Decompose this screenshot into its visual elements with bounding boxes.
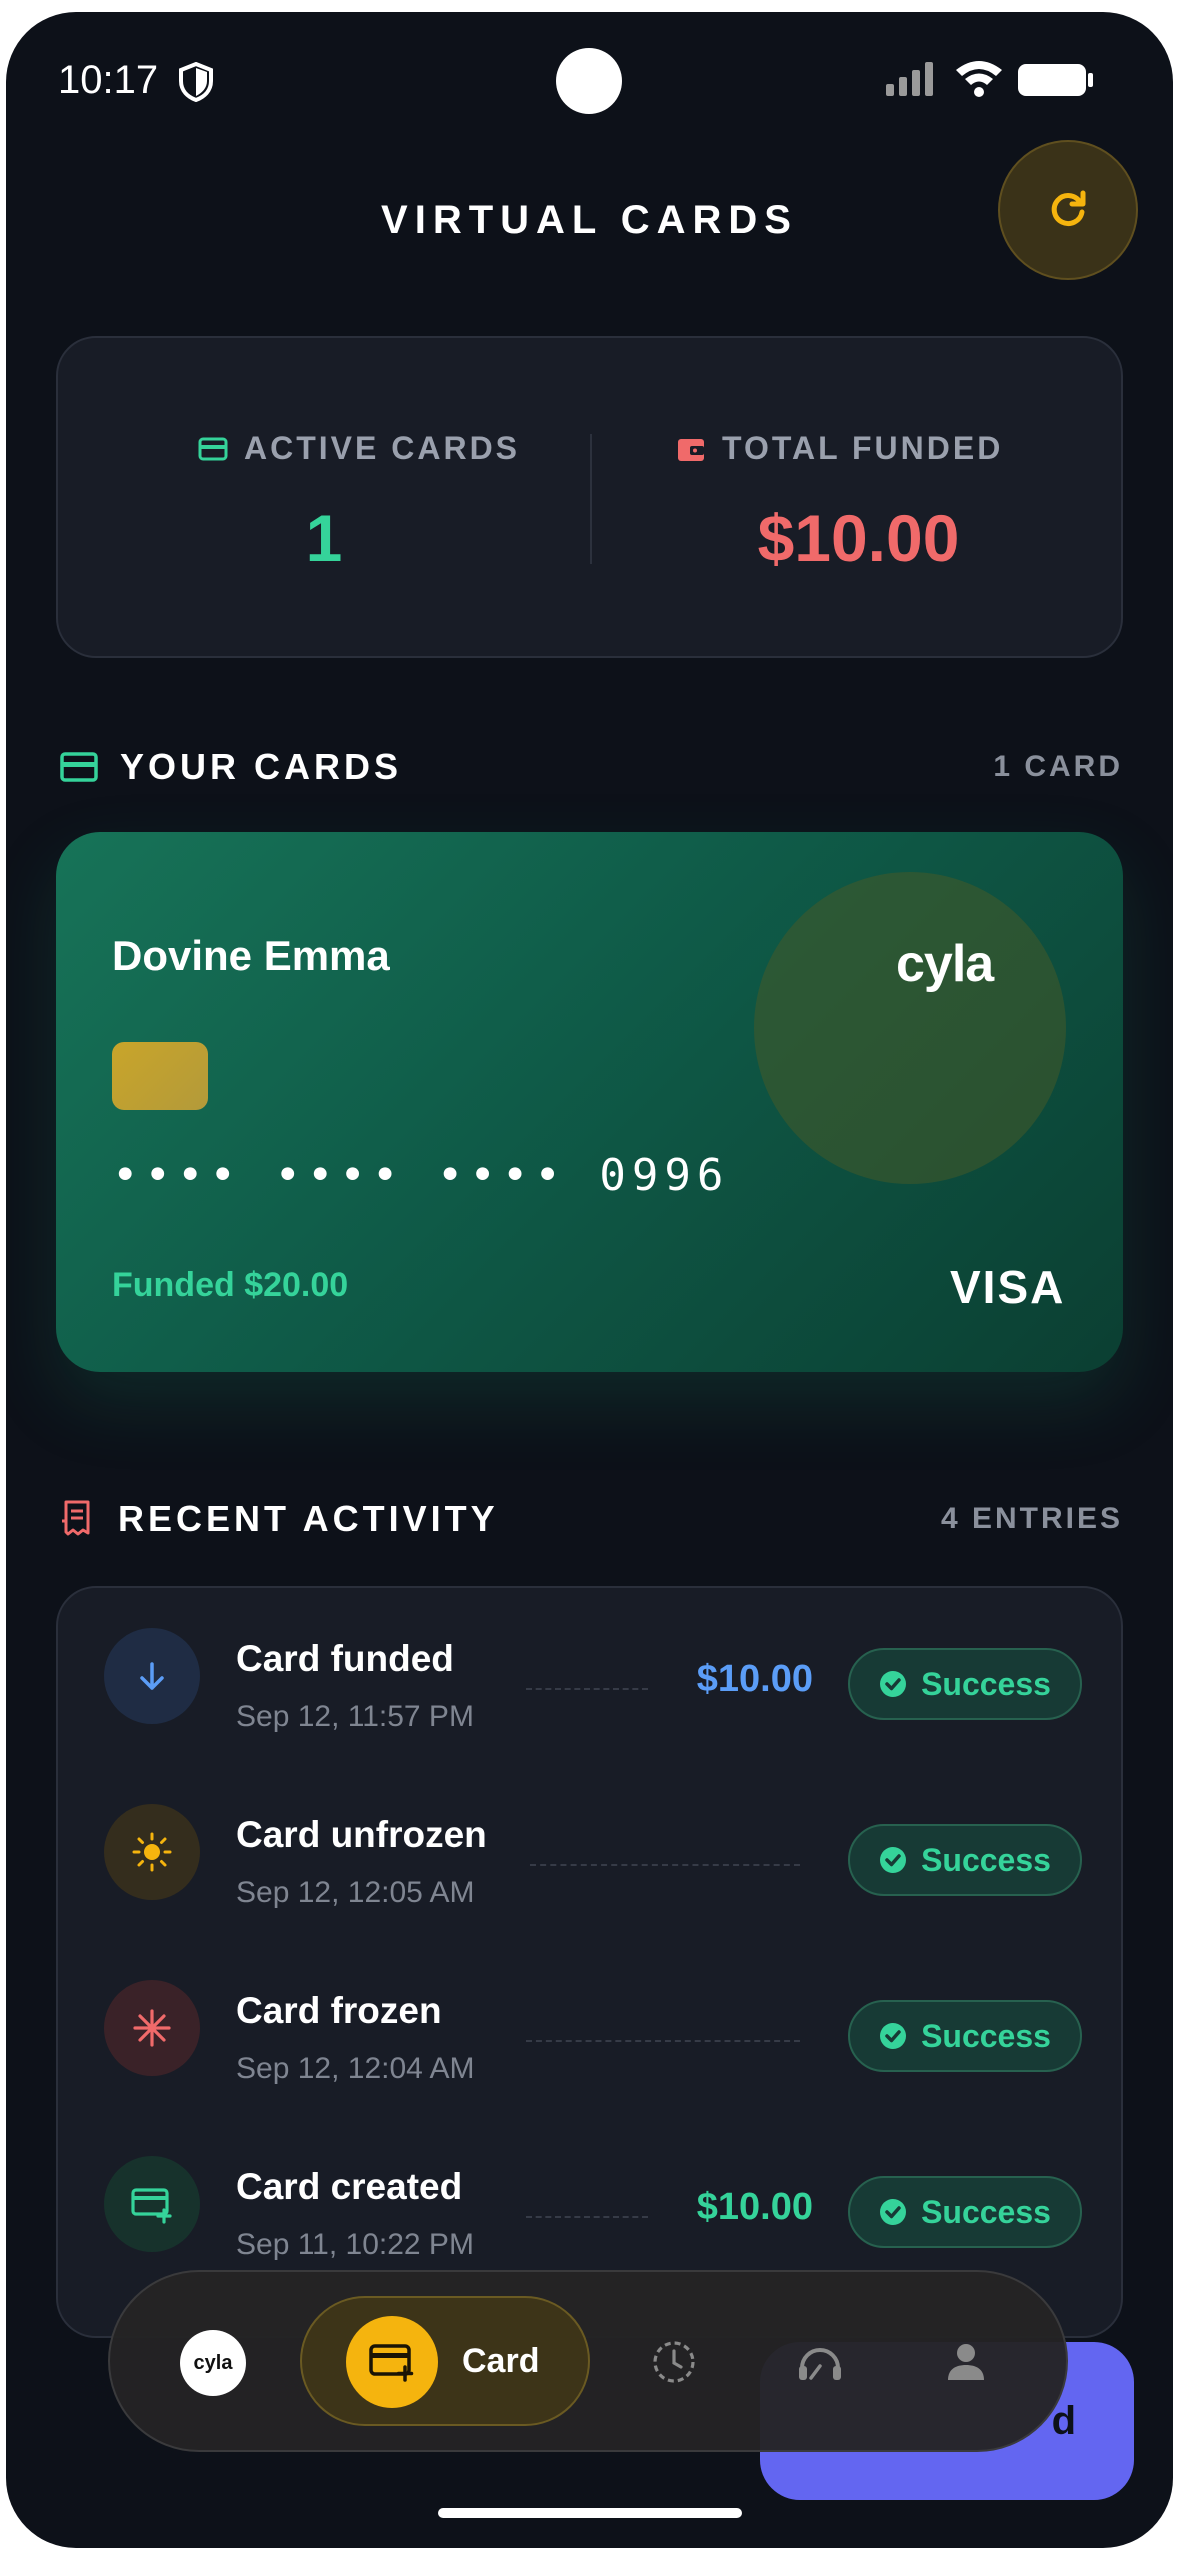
- nav-home-logo[interactable]: cyla: [180, 2330, 246, 2396]
- status-label: Success: [921, 1841, 1051, 1878]
- wifi-icon: [956, 61, 1002, 97]
- profile-icon[interactable]: [936, 2332, 996, 2392]
- activity-row[interactable]: Card unfrozen Sep 12, 12:05 AM Success: [58, 1764, 1121, 1940]
- status-badge: Success: [848, 2000, 1082, 2072]
- virtual-card[interactable]: Dovine Emma cyla •••• •••• •••• 0996 Fun…: [56, 832, 1123, 1372]
- refresh-button[interactable]: [998, 140, 1138, 280]
- recent-activity-title: RECENT ACTIVITY: [118, 1498, 499, 1539]
- activity-amount: $10.00: [696, 1658, 813, 1700]
- shield-icon: [179, 62, 213, 102]
- battery-icon: [1018, 64, 1093, 96]
- home-indicator: [438, 2508, 742, 2518]
- activity-title: Card created: [236, 2166, 463, 2207]
- card-number: •••• •••• •••• 0996: [112, 1150, 730, 1201]
- refresh-icon: [1051, 190, 1086, 227]
- activity-row[interactable]: Card created Sep 11, 10:22 PM $10.00 Suc…: [58, 2116, 1121, 2292]
- check-circle-icon: [880, 1671, 907, 1697]
- arrow-down-icon: [104, 1628, 200, 1724]
- your-cards-header: YOUR CARDS: [60, 746, 402, 788]
- sun-icon: [104, 1804, 200, 1900]
- card-holder-name: Dovine Emma: [112, 932, 390, 979]
- card-funded-amount: Funded $20.00: [112, 1266, 349, 1304]
- dashed-separator: [526, 1688, 648, 1690]
- active-cards-value: 1: [305, 501, 343, 575]
- check-circle-icon: [880, 2023, 907, 2049]
- activity-title: Card frozen: [236, 1990, 442, 2031]
- dashed-separator: [530, 1864, 800, 1866]
- activity-date: Sep 11, 10:22 PM: [236, 2228, 474, 2261]
- wallet-icon: [678, 438, 704, 461]
- your-cards-title: YOUR CARDS: [120, 746, 403, 787]
- dashed-separator: [526, 2216, 648, 2218]
- history-icon[interactable]: [644, 2332, 704, 2392]
- card-decoration: [754, 872, 1066, 1184]
- card-brand-logo: cyla: [896, 935, 994, 993]
- activity-date: Sep 12, 11:57 PM: [236, 1700, 474, 1733]
- activity-amount: $10.00: [696, 2186, 813, 2228]
- status-label: Success: [921, 1665, 1051, 1702]
- total-funded-label: TOTAL FUNDED: [722, 430, 1004, 466]
- support-agent-icon[interactable]: [790, 2332, 850, 2392]
- check-circle-icon: [880, 1847, 907, 1873]
- activity-row[interactable]: Card frozen Sep 12, 12:04 AM Success: [58, 1940, 1121, 2116]
- card-chip: [112, 1042, 208, 1110]
- recent-activity-header: RECENT ACTIVITY: [60, 1498, 499, 1540]
- activity-count: 4 ENTRIES: [940, 1502, 1123, 1535]
- card-icon: [198, 437, 228, 460]
- receipt-icon: [62, 1500, 90, 1536]
- status-time: 10:17: [58, 58, 159, 102]
- activity-title: Card unfrozen: [236, 1814, 487, 1855]
- status-badge: Success: [848, 2176, 1082, 2248]
- status-badge: Success: [848, 1648, 1082, 1720]
- stats-summary: ACTIVE CARDS 1 TOTAL FUNDED $10.00: [56, 336, 1123, 658]
- total-funded-label-group: TOTAL FUNDED: [676, 430, 1003, 467]
- activity-list: Card funded Sep 12, 11:57 PM $10.00 Succ…: [56, 1586, 1123, 2338]
- activity-date: Sep 12, 12:04 AM: [236, 2052, 475, 2085]
- status-label: Success: [921, 2193, 1051, 2230]
- snowflake-icon: [104, 1980, 200, 2076]
- check-circle-icon: [880, 2199, 907, 2225]
- phone-screen: 10:17 VIRTUAL CARDS ACTIVE CARDS 1 TOTAL…: [6, 12, 1173, 2548]
- active-cards-label: ACTIVE CARDS: [244, 430, 521, 466]
- card-network: VISA: [950, 1261, 1066, 1313]
- card-icon: [60, 752, 98, 782]
- activity-title: Card funded: [236, 1638, 454, 1679]
- dashed-separator: [526, 2040, 800, 2042]
- card-add-icon: [104, 2156, 200, 2252]
- activity-date: Sep 12, 12:05 AM: [236, 1876, 475, 1909]
- card-add-icon: [346, 2316, 438, 2408]
- cards-count: 1 CARD: [993, 750, 1123, 783]
- status-label: Success: [921, 2017, 1051, 2054]
- total-funded-value: $10.00: [757, 501, 960, 575]
- front-camera: [556, 48, 622, 114]
- bottom-nav: cyla Card: [108, 2270, 1068, 2452]
- active-cards-label-group: ACTIVE CARDS: [198, 430, 520, 467]
- activity-row[interactable]: Card funded Sep 12, 11:57 PM $10.00 Succ…: [58, 1588, 1121, 1764]
- nav-item-card-label: Card: [462, 2342, 540, 2380]
- cellular-signal-icon: [886, 62, 933, 96]
- nav-item-card[interactable]: Card: [300, 2296, 590, 2426]
- status-badge: Success: [848, 1824, 1082, 1896]
